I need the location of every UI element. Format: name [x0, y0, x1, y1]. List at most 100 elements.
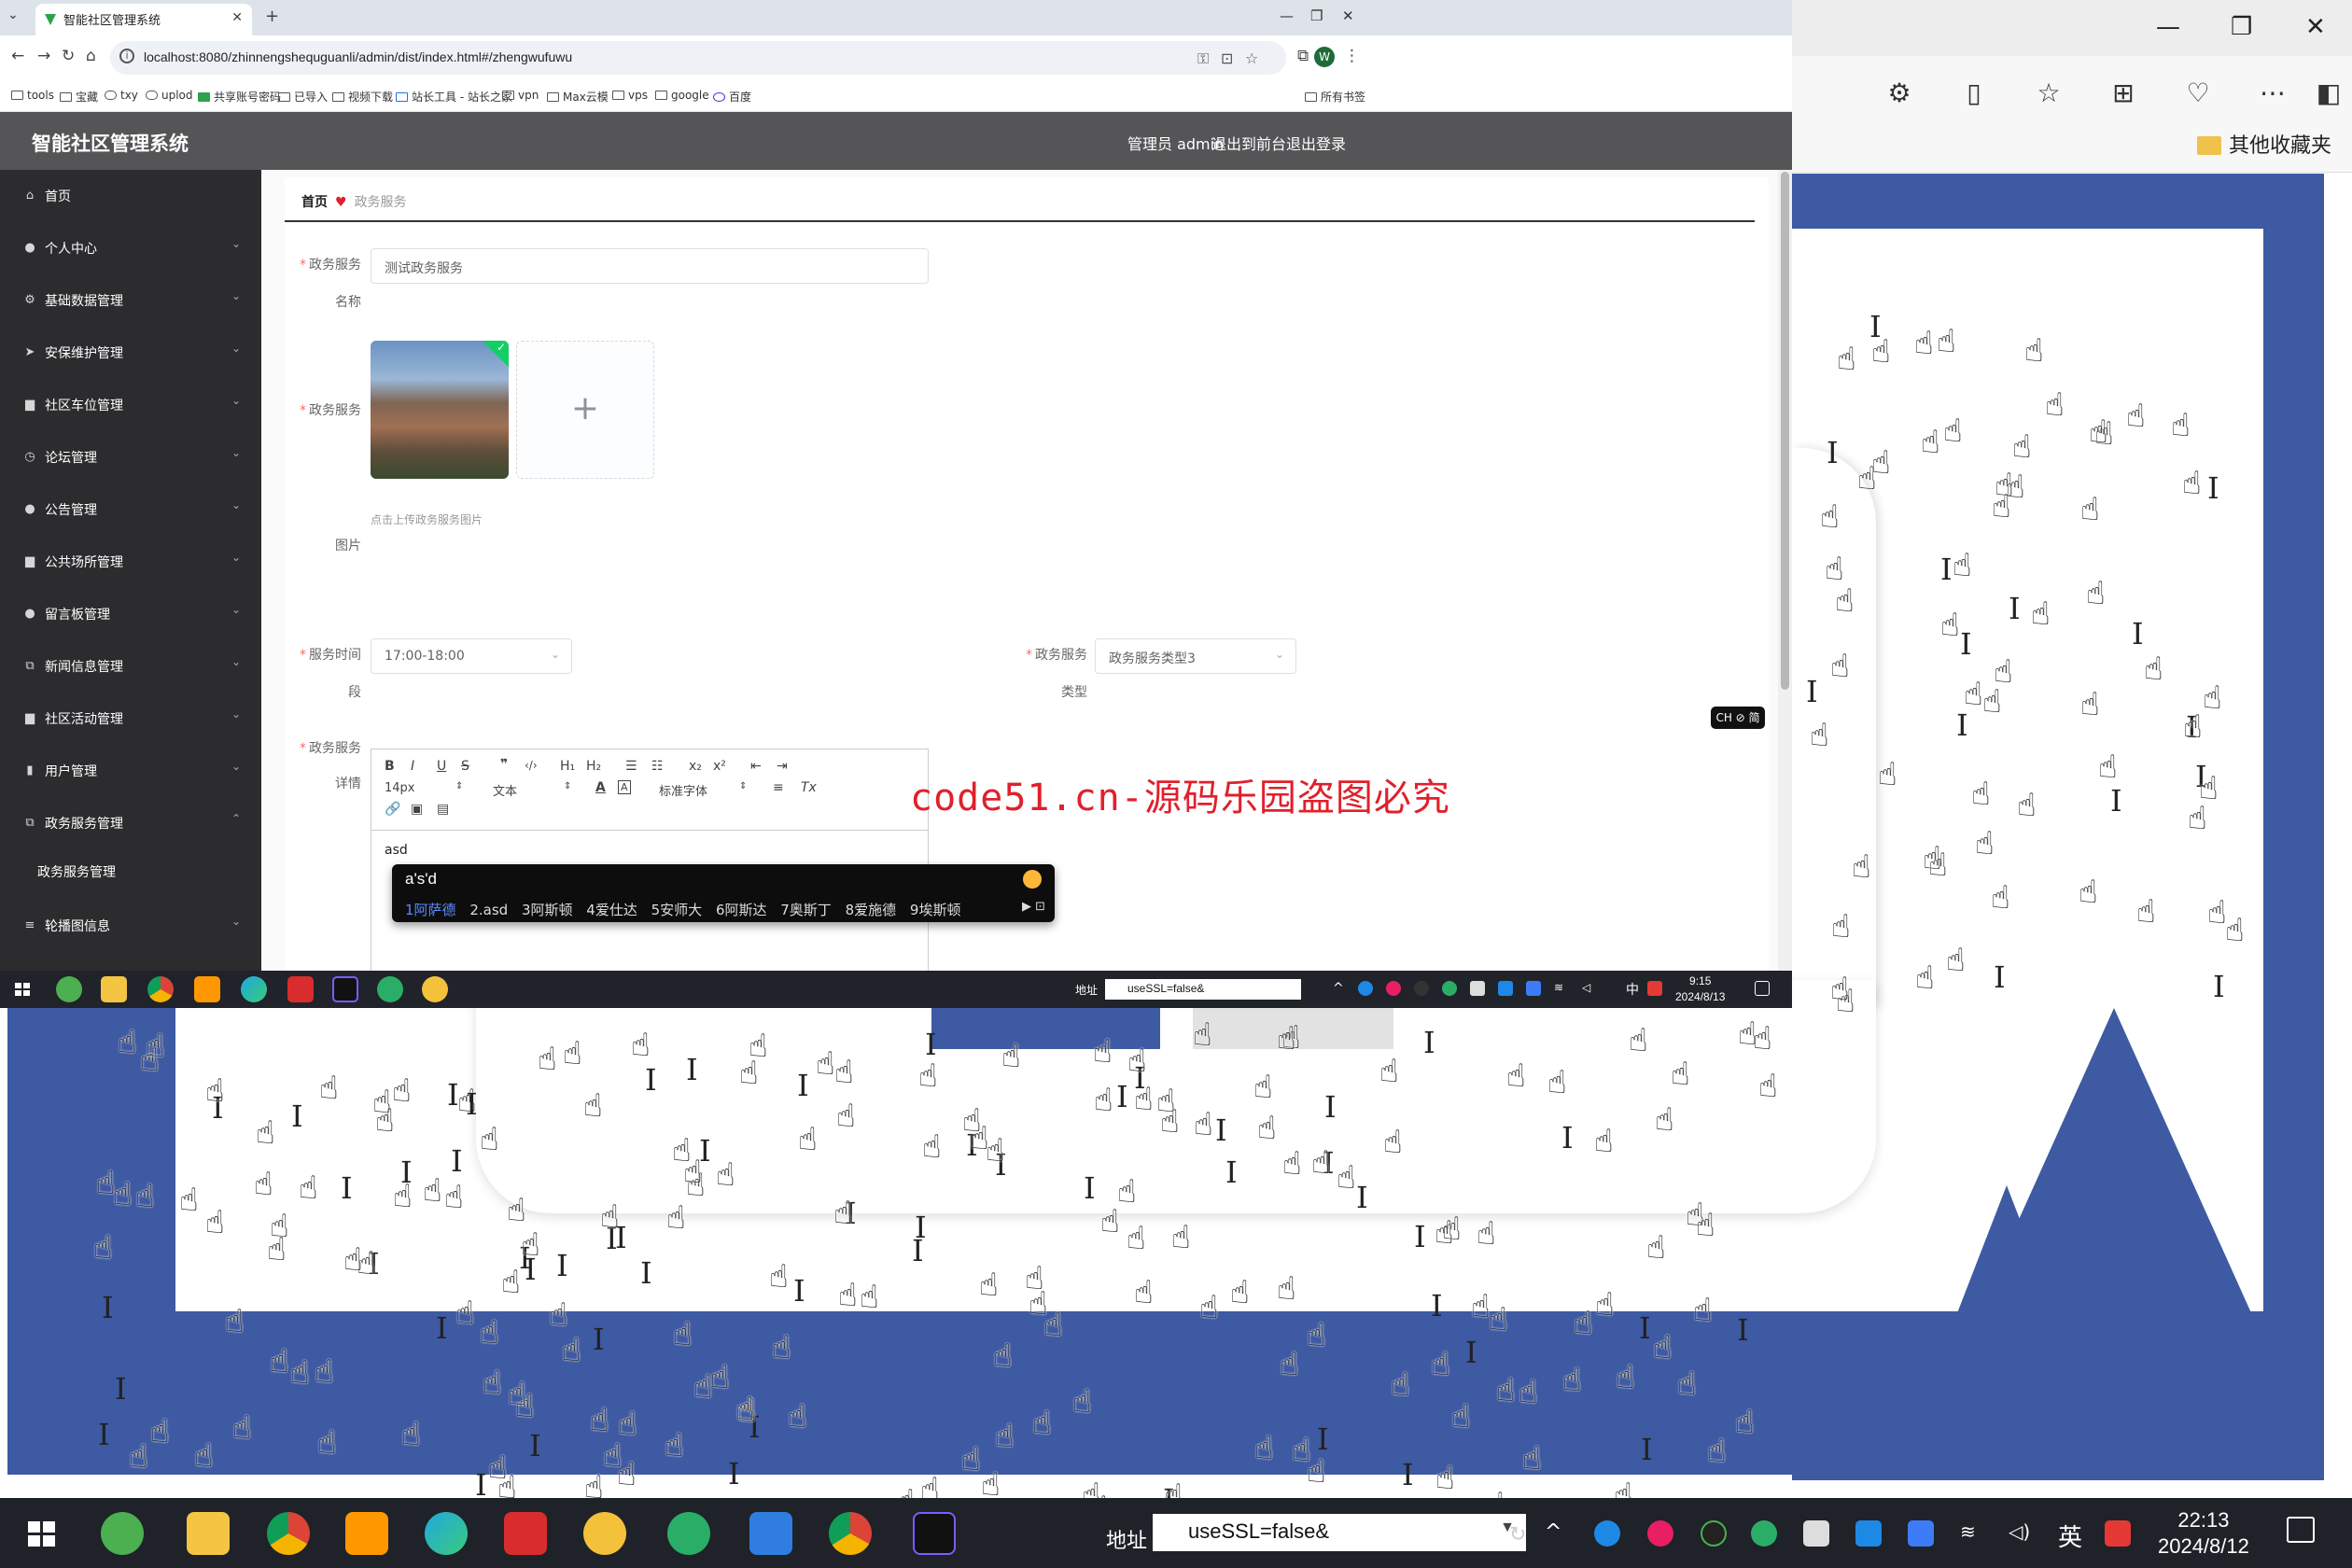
bookmark-shared-accounts[interactable]: 共享账号密码 [198, 89, 281, 105]
sidebar-item-users[interactable]: ▮ 用户管理 ⌄ [0, 745, 261, 797]
wps-icon[interactable] [287, 976, 314, 1002]
volume-icon[interactable]: ◁) [2009, 1520, 2035, 1547]
subscript-icon[interactable]: x₂ [689, 759, 702, 774]
indent-icon[interactable]: ⇥ [777, 759, 788, 774]
tab-close-icon[interactable]: ✕ [231, 10, 243, 25]
ime-candidate[interactable]: 1阿萨德 [405, 902, 456, 918]
key-icon[interactable]: ⚿ [1197, 49, 1209, 68]
star-icon[interactable]: ☆ [1245, 49, 1258, 67]
outdent-icon[interactable]: ⇤ [750, 759, 762, 774]
tray-feishu-icon[interactable] [1526, 981, 1541, 996]
site-info-icon[interactable]: i [119, 49, 134, 63]
host-clock[interactable]: 22:13 2024/8/12 [2158, 1507, 2249, 1560]
other-favorites[interactable]: 其他收藏夹 [2196, 129, 2331, 159]
bookmark-baozang[interactable]: 宝藏 [60, 89, 98, 105]
sidebar-subitem-gov-services[interactable]: 政务服务管理 [37, 862, 116, 881]
service-type-select[interactable]: 政务服务类型3 ⌄ [1095, 638, 1296, 674]
split-screen-icon[interactable]: ▯ [1955, 75, 1993, 112]
minimize-icon[interactable]: — [2156, 13, 2180, 41]
bookmark-all[interactable]: 所有书签 [1305, 89, 1365, 105]
paw-app-icon[interactable] [422, 976, 448, 1002]
ime-candidate[interactable]: 4爱仕达 [586, 902, 637, 918]
close-icon[interactable]: ✕ [2305, 13, 2326, 41]
font-color-icon[interactable]: A [595, 780, 606, 795]
underline-icon[interactable]: U [437, 759, 446, 774]
wechat-icon[interactable] [667, 1512, 710, 1555]
sublime-icon[interactable] [345, 1512, 388, 1555]
service-name-input[interactable]: 测试政务服务 [371, 248, 929, 284]
tray-wechat-icon[interactable] [1751, 1520, 1777, 1547]
blockquote-icon[interactable]: ❞ [500, 757, 508, 772]
refresh-icon[interactable]: ↻ [1509, 1523, 1526, 1547]
tray-qq-icon[interactable] [1701, 1520, 1727, 1547]
restore-icon[interactable]: ❐ [2231, 13, 2252, 41]
tray-flower-icon[interactable] [1647, 1520, 1673, 1547]
sidebar-item-forum[interactable]: ◷ 论坛管理 ⌄ [0, 431, 261, 483]
ime-candidate[interactable]: 9埃斯顿 [910, 902, 961, 918]
chrome-alt-icon[interactable] [829, 1512, 872, 1555]
bookmark-imported[interactable]: 已导入 [278, 89, 328, 105]
chrome-icon[interactable] [147, 976, 174, 1002]
image-icon[interactable]: ▣ [411, 802, 423, 817]
font-size-select[interactable]: 14px ⇕ [385, 781, 465, 795]
sidebar-item-parking[interactable]: ▆ 社区车位管理 ⌄ [0, 379, 261, 431]
file-explorer-icon[interactable] [101, 976, 127, 1002]
link-icon[interactable]: 🔗 [385, 802, 400, 817]
sidebar-item-activities[interactable]: ▆ 社区活动管理 ⌄ [0, 693, 261, 745]
sidebar-item-public-places[interactable]: ▆ 公共场所管理 ⌄ [0, 536, 261, 588]
bookmark-uplod[interactable]: uplod [146, 89, 193, 102]
profile-avatar[interactable]: W [1314, 47, 1335, 67]
edge-icon[interactable] [425, 1512, 468, 1555]
uploaded-image-thumbnail[interactable]: ✓ [371, 341, 509, 479]
video-icon[interactable]: ▤ [437, 802, 449, 817]
ime-candidate[interactable]: 3阿斯顿 [522, 902, 573, 918]
tab-active[interactable]: 智能社区管理系统 ✕ [35, 4, 252, 35]
ime-next-page-icon[interactable]: ▶ ⊡ [1022, 900, 1045, 914]
paw-app-icon[interactable] [583, 1512, 626, 1555]
tray-chevron-icon[interactable]: ^ [1545, 1520, 1571, 1547]
sidebar-item-carousel[interactable]: ≡ 轮播图信息 ⌄ [0, 900, 261, 952]
ime-candidate[interactable]: 7奥斯丁 [780, 902, 832, 918]
url-input[interactable]: i localhost:8080/zhinnengshequguanli/adm… [110, 41, 1286, 75]
breadcrumb-home[interactable]: 首页 [301, 195, 328, 210]
back-icon[interactable]: ← [11, 47, 24, 65]
intellij-icon[interactable] [913, 1512, 956, 1555]
favorites-icon[interactable]: ☆ [2030, 75, 2067, 112]
tray-wechat-icon[interactable] [1442, 981, 1457, 996]
ime-candidate[interactable]: 8爱施德 [846, 902, 897, 918]
host-ime-indicator[interactable]: 英 [2058, 1519, 2082, 1553]
inner-clock[interactable]: 9:15 2024/8/13 [1675, 973, 1725, 1005]
sidebar-item-base-data[interactable]: ⚙ 基础数据管理 ⌄ [0, 274, 261, 327]
bookmark-vpn[interactable]: vpn [502, 89, 539, 102]
notification-icon[interactable] [1755, 981, 1770, 996]
tray-drive-icon[interactable] [1470, 981, 1485, 996]
inner-ime-indicator[interactable]: 中 [1626, 980, 1639, 999]
tray-drive-icon[interactable] [1803, 1520, 1829, 1547]
tray-flower-icon[interactable] [1386, 981, 1401, 996]
ime-mode-badge[interactable]: CH ⊘ 简 [1711, 707, 1765, 729]
tray-sogou-icon[interactable] [1647, 981, 1662, 996]
scrollbar-thumb[interactable] [1781, 172, 1789, 690]
wps-icon[interactable] [504, 1512, 547, 1555]
bookmark-vps[interactable]: vps [612, 89, 648, 102]
block-format-select[interactable]: 文本 ⇕ [493, 781, 573, 799]
collections-icon[interactable]: ⊞ [2105, 75, 2142, 112]
file-explorer-icon[interactable] [187, 1512, 230, 1555]
ordered-list-icon[interactable]: ☰ [625, 759, 637, 774]
more-icon[interactable]: ⋯ [2254, 75, 2291, 112]
bookmark-tools[interactable]: tools [11, 89, 54, 102]
bookmark-txy[interactable]: txy [105, 89, 138, 102]
tray-feishu-icon[interactable] [1908, 1520, 1934, 1547]
sidebar-item-notice[interactable]: ● 公告管理 ⌄ [0, 483, 261, 536]
bullet-list-icon[interactable]: ☷ [651, 759, 664, 774]
bookmark-google[interactable]: google [655, 89, 709, 102]
ime-candidate[interactable]: 2.asd [469, 902, 508, 918]
forward-icon[interactable]: → [37, 47, 50, 65]
home-icon[interactable]: ⌂ [86, 47, 96, 65]
tray-sogou-icon[interactable] [2105, 1520, 2131, 1547]
code-icon[interactable]: ‹/› [525, 759, 538, 772]
start-icon[interactable] [21, 1512, 63, 1555]
volume-icon[interactable]: ◁ [1582, 981, 1597, 996]
extensions-icon[interactable]: ⧉ [1297, 47, 1309, 65]
bookmark-baidu[interactable]: 百度 [713, 89, 751, 105]
